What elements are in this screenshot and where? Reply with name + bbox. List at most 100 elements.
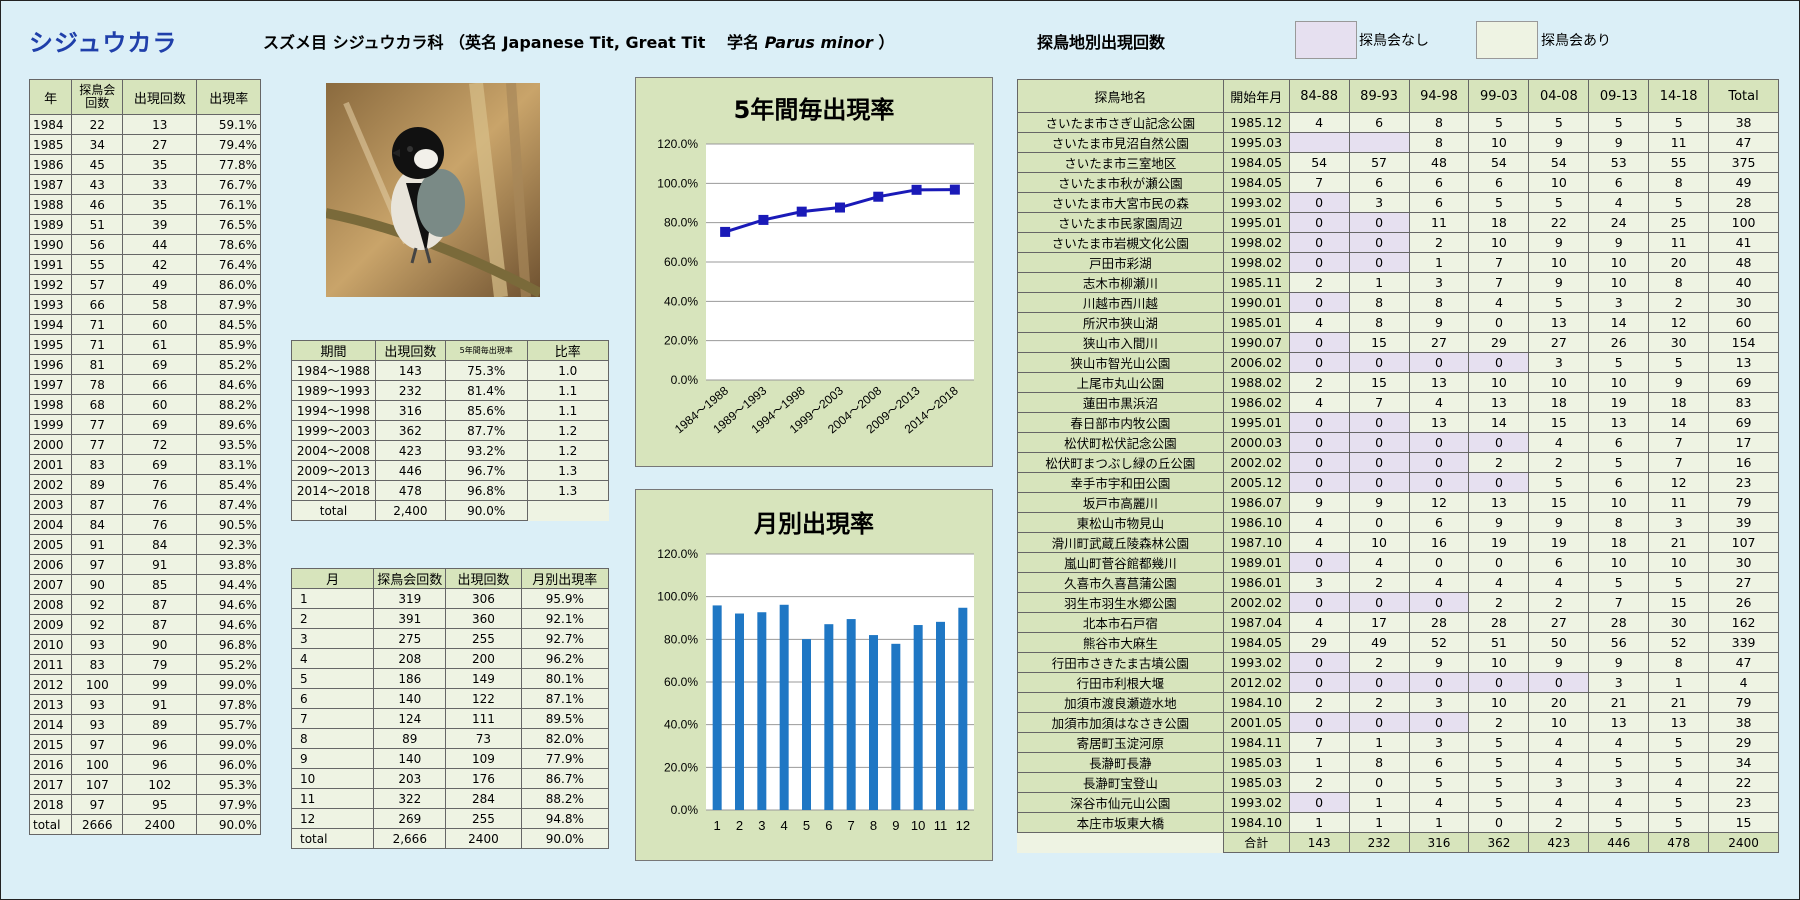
table-cell: 34 xyxy=(71,134,124,155)
table-cell: 2 xyxy=(1348,652,1410,673)
table-row: 狭山市智光山公園 2006.02 0 0 0 0 3 5 5 13 xyxy=(1017,352,1779,373)
table-cell: 52 xyxy=(1408,632,1470,653)
table-cell: 0 xyxy=(1468,812,1530,833)
table-cell: 111 xyxy=(445,708,522,729)
table-cell: 1984.10 xyxy=(1222,692,1290,713)
table-cell: 4 xyxy=(1588,732,1650,753)
col-header-appearances: 出現回数 xyxy=(122,79,198,115)
table-cell: 0 xyxy=(1288,592,1350,613)
table-cell: 28 xyxy=(1588,612,1650,633)
table-cell: 4 xyxy=(1708,672,1779,693)
table-cell: 2400 xyxy=(445,828,522,849)
table-cell: 21 xyxy=(1648,692,1710,713)
table-cell: 1984.05 xyxy=(1222,152,1290,173)
table-cell: 100 xyxy=(71,674,124,695)
table-cell: 87 xyxy=(71,494,124,515)
table-cell: 4 xyxy=(1288,532,1350,553)
table-cell: 55 xyxy=(71,254,124,275)
table-cell: 0 xyxy=(1408,672,1470,693)
table-cell: 95.3% xyxy=(196,774,261,795)
y-tick-label: 20.0% xyxy=(664,760,698,774)
table-cell: 102 xyxy=(122,774,198,795)
table-cell: 10 xyxy=(1588,252,1650,273)
table-cell: 57 xyxy=(1348,152,1410,173)
table-cell: 1999～2003 xyxy=(291,420,376,441)
table-cell: 1985.03 xyxy=(1222,752,1290,773)
table-cell: 0 xyxy=(1288,232,1350,253)
bar xyxy=(757,612,767,810)
table-cell: 13 xyxy=(1408,412,1470,433)
bar xyxy=(712,605,722,810)
table-cell: さいたま市大宮市民の森 xyxy=(1017,192,1224,213)
table-cell: 162 xyxy=(1708,612,1779,633)
table-cell: 6 xyxy=(290,688,375,709)
col-header-period: 期間 xyxy=(291,340,376,361)
y-tick-label: 100.0% xyxy=(657,590,698,604)
table-cell: 0 xyxy=(1348,212,1410,233)
table-cell: 2 xyxy=(1468,452,1530,473)
table-cell: 19 xyxy=(1468,532,1530,553)
table-cell: 96.7% xyxy=(444,460,528,481)
table-cell: 2007 xyxy=(28,574,73,595)
x-tick-label: 1 xyxy=(714,818,721,833)
y-tick-label: 80.0% xyxy=(664,216,698,230)
table-row: 5 186 149 80.1% xyxy=(290,668,610,689)
total-cell: total xyxy=(291,500,376,521)
table-row: 東松山市物見山 1986.10 4 0 6 9 9 8 3 39 xyxy=(1017,512,1779,533)
table-cell: 86.0% xyxy=(196,274,261,295)
table-cell: 長瀞町長瀞 xyxy=(1017,752,1224,773)
table-row: さいたま市秋が瀬公園 1984.05 7 6 6 6 10 6 8 49 xyxy=(1017,172,1779,193)
table-cell: 143 xyxy=(374,360,446,381)
table-row: 2009～2013 446 96.7% 1.3 xyxy=(291,460,610,481)
total-row: 合計 143 232 316 362 423 446 478 2400 xyxy=(1018,832,1779,853)
table-cell: 52 xyxy=(1648,632,1710,653)
table-cell: 0 xyxy=(1288,332,1350,353)
table-cell: 2011 xyxy=(28,654,73,675)
table-row: 1991 55 42 76.4% xyxy=(28,254,261,275)
table-cell: 88.2% xyxy=(196,394,261,415)
table-cell: 21 xyxy=(1648,532,1710,553)
table-cell: 1996 xyxy=(28,354,73,375)
col-header: 04-08 xyxy=(1528,79,1590,113)
table-cell: 1986.01 xyxy=(1222,572,1290,593)
table-cell: 3 xyxy=(1528,352,1590,373)
table-cell: 362 xyxy=(374,420,446,441)
table-cell: 4 xyxy=(1468,572,1530,593)
table-cell: 0 xyxy=(1408,452,1470,473)
table-cell: 4 xyxy=(1288,612,1350,633)
table-cell: 9 xyxy=(1528,272,1590,293)
blank-cell xyxy=(527,501,608,521)
table-row: 2011 83 79 95.2% xyxy=(28,654,261,675)
x-tick-label: 3 xyxy=(758,818,765,833)
total-cell: 446 xyxy=(1588,832,1650,853)
table-cell: 14 xyxy=(1468,412,1530,433)
table-cell: 3 xyxy=(1408,732,1470,753)
table-cell: 29 xyxy=(1288,632,1350,653)
table-cell: 91 xyxy=(122,554,198,575)
table-cell: 8 xyxy=(1648,652,1710,673)
col-header: 探鳥地名 xyxy=(1017,79,1224,113)
bar-chart-svg: 0.0%20.0%40.0%60.0%80.0%100.0%120.0%1 2 3 4… xyxy=(657,547,974,833)
table-cell: 0 xyxy=(1468,472,1530,493)
table-cell: 58 xyxy=(122,294,198,315)
table-cell: 0 xyxy=(1348,252,1410,273)
table-cell: 7 xyxy=(1468,272,1530,293)
table-row: 1984～1988 143 75.3% 1.0 xyxy=(291,360,610,381)
table-cell: 1986 xyxy=(28,154,73,175)
col-header: 09-13 xyxy=(1588,79,1650,113)
table-cell: 2005.12 xyxy=(1222,472,1290,493)
table-cell: 寄居町玉淀河原 xyxy=(1017,732,1224,753)
table-cell: 15 xyxy=(1648,592,1710,613)
table-cell: 89.5% xyxy=(520,708,610,729)
five-year-rate-chart: 5年間毎出現率 0.0% 20.0% 40.0% 60.0% 80.0% 100.0% 12… xyxy=(635,77,993,467)
table-cell: 11 xyxy=(1648,232,1710,253)
table-cell: 0 xyxy=(1288,212,1350,233)
table-row: 2015 97 96 99.0% xyxy=(28,734,261,755)
table-cell: 87.7% xyxy=(444,420,528,441)
table-cell: 3 xyxy=(1648,512,1710,533)
table-cell: 87 xyxy=(122,594,198,615)
table-cell: 1988.02 xyxy=(1222,372,1290,393)
table-cell: 18 xyxy=(1648,392,1710,413)
table-cell: 5 xyxy=(290,668,375,689)
table-cell: 12 xyxy=(1408,492,1470,513)
